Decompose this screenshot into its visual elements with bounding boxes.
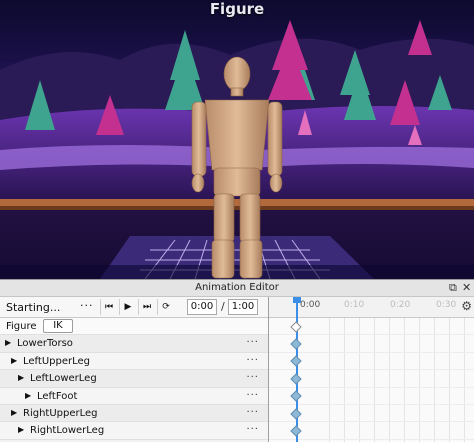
dock-icon[interactable]: ⧉ (449, 281, 457, 295)
animation-editor-panel: Animation Editor ⧉ ✕ Starting... ··· ⏮ ▶… (0, 279, 474, 442)
track-row[interactable]: ▶ RightUpperLeg ··· (0, 404, 268, 423)
play-icon[interactable]: ▶ (119, 299, 136, 315)
playback-toolbar: Starting... ··· ⏮ ▶ ⏭ ⟳ 0:00 / 1:00 (0, 297, 268, 318)
track-label: RightLowerLeg (30, 425, 105, 437)
track-label: LeftFoot (37, 390, 78, 402)
track-row[interactable]: ▶ LowerTorso ··· (0, 335, 268, 353)
expand-caret-icon[interactable]: ▶ (5, 338, 11, 347)
animation-name[interactable]: Starting... (6, 301, 60, 314)
editor-header: Animation Editor ⧉ ✕ (0, 280, 474, 297)
animation-options-button[interactable]: ··· (80, 299, 94, 312)
scene-render (0, 20, 474, 279)
timeline[interactable]: 0:00 0:10 0:20 0:30 ⚙ (268, 297, 474, 442)
playhead[interactable] (296, 297, 298, 442)
animation-length-input[interactable]: 1:00 (228, 299, 258, 315)
expand-caret-icon[interactable]: ▶ (18, 425, 24, 434)
loop-icon[interactable]: ⟳ (157, 299, 174, 315)
current-time-input[interactable]: 0:00 (187, 299, 217, 315)
close-icon[interactable]: ✕ (462, 281, 471, 294)
expand-caret-icon[interactable]: ▶ (11, 356, 17, 365)
expand-caret-icon[interactable]: ▶ (18, 373, 24, 382)
track-options-button[interactable]: ··· (246, 337, 259, 348)
skip-back-icon[interactable]: ⏮ (100, 299, 117, 315)
rig-root-label: Figure (6, 321, 37, 332)
track-label: LowerTorso (17, 338, 73, 350)
track-options-button[interactable]: ··· (246, 407, 259, 418)
track-options-button[interactable]: ··· (246, 372, 259, 383)
track-row[interactable]: ▶ LeftFoot ··· (0, 387, 268, 405)
track-label: RightUpperLeg (23, 407, 98, 419)
tick-label: 0:10 (344, 300, 365, 310)
rig-root-row[interactable]: Figure IK (0, 318, 268, 336)
track-list: Figure IK ▶ LowerTorso ··· ▶ LeftUpperLe… (0, 318, 268, 440)
time-separator: / (221, 300, 225, 313)
track-label: LeftUpperLeg (23, 355, 90, 367)
editor-title: Animation Editor (195, 282, 279, 293)
tick-label: 0:20 (390, 300, 411, 310)
track-options-button[interactable]: ··· (246, 355, 259, 366)
expand-caret-icon[interactable]: ▶ (25, 391, 31, 400)
track-label: LeftLowerLeg (30, 373, 97, 385)
track-row[interactable]: ▶ RightLowerLeg ··· (0, 422, 268, 440)
track-row[interactable]: ▶ LeftLowerLeg ··· (0, 370, 268, 388)
expand-caret-icon[interactable]: ▶ (11, 408, 17, 417)
skip-forward-icon[interactable]: ⏭ (138, 299, 155, 315)
ik-button[interactable]: IK (43, 319, 73, 333)
playhead-handle[interactable] (293, 297, 301, 303)
gear-icon[interactable]: ⚙ (461, 299, 472, 313)
tick-label: 0:00 (300, 300, 321, 310)
tick-label: 0:30 (436, 300, 457, 310)
track-row[interactable]: ▶ LeftUpperLeg ··· (0, 352, 268, 371)
track-options-button[interactable]: ··· (246, 390, 259, 401)
track-options-button[interactable]: ··· (246, 424, 259, 435)
3d-viewport[interactable]: Figure (0, 0, 474, 279)
viewport-title: Figure (209, 0, 265, 18)
